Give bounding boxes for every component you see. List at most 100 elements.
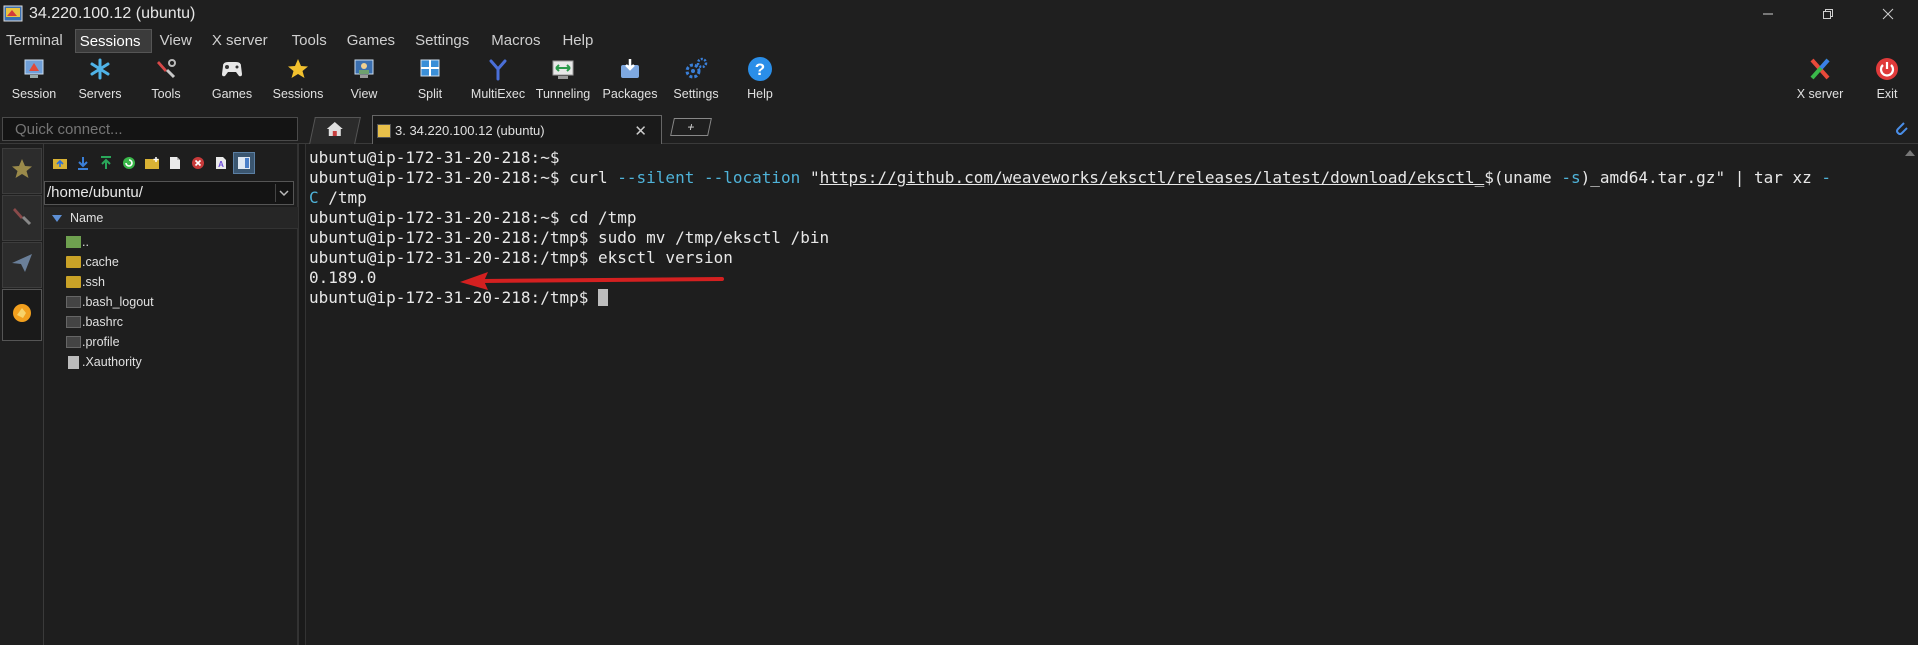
panel-splitter[interactable] bbox=[298, 144, 306, 645]
refresh-icon[interactable] bbox=[118, 152, 140, 174]
sftp-rail-tab[interactable] bbox=[2, 289, 42, 341]
view-icon bbox=[351, 56, 377, 82]
minimize-icon[interactable] bbox=[1738, 0, 1798, 28]
upload-icon[interactable] bbox=[95, 152, 117, 174]
close-icon[interactable] bbox=[1858, 0, 1918, 28]
menu-view[interactable]: View bbox=[154, 29, 198, 53]
packages-icon bbox=[617, 56, 643, 82]
session-button[interactable]: Session bbox=[10, 56, 58, 108]
sessions-rail-tab[interactable] bbox=[2, 148, 42, 194]
sftp-path-field[interactable]: /home/ubuntu/ bbox=[44, 181, 294, 205]
menu-terminal[interactable]: Terminal bbox=[0, 29, 69, 53]
file-row-bash-logout[interactable]: .bash_logout bbox=[44, 292, 298, 312]
settings-button[interactable]: Settings bbox=[670, 56, 722, 108]
file-icon bbox=[66, 336, 81, 348]
menu-x-server[interactable]: X server bbox=[206, 29, 274, 53]
terminal-output[interactable]: ubuntu@ip-172-31-20-218:~$ ubuntu@ip-172… bbox=[306, 144, 1902, 645]
scroll-up-arrow-icon[interactable] bbox=[1905, 150, 1915, 156]
new-folder-icon[interactable] bbox=[141, 152, 163, 174]
file-icon bbox=[66, 316, 81, 328]
menu-settings[interactable]: Settings bbox=[409, 29, 475, 53]
annotation-arrow bbox=[460, 272, 724, 290]
annotation-arrow-shaft bbox=[480, 277, 724, 283]
tools-icon bbox=[10, 204, 34, 233]
macros-rail-tab[interactable] bbox=[2, 242, 42, 288]
file-icon bbox=[66, 296, 81, 308]
annotation-arrow-head bbox=[460, 272, 488, 290]
download-icon[interactable] bbox=[72, 152, 94, 174]
sftp-browser: A /home/ubuntu/ Name .. .cache .ssh .bas… bbox=[44, 144, 298, 645]
games-button[interactable]: Games bbox=[208, 56, 256, 108]
tunneling-button[interactable]: Tunneling bbox=[534, 56, 592, 108]
tab-strip: 3. 34.220.100.12 (ubuntu) ✕ + bbox=[0, 112, 1918, 145]
title-bar: 34.220.100.12 (ubuntu) bbox=[0, 0, 1918, 28]
mobaxterm-logo-icon bbox=[3, 4, 23, 24]
follow-terminal-icon[interactable] bbox=[233, 152, 255, 174]
star-icon bbox=[285, 56, 311, 82]
power-icon bbox=[1874, 56, 1900, 82]
tools-button[interactable]: Tools bbox=[142, 56, 190, 108]
sftp-file-list: .. .cache .ssh .bash_logout .bashrc .pro… bbox=[44, 232, 298, 372]
menu-help[interactable]: Help bbox=[556, 29, 599, 53]
paperclip-icon[interactable] bbox=[1892, 119, 1910, 137]
file-row-parent[interactable]: .. bbox=[44, 232, 298, 252]
file-row-xauthority[interactable]: .Xauthority bbox=[44, 352, 298, 372]
file-row-bashrc[interactable]: .bashrc bbox=[44, 312, 298, 332]
parent-dir-button[interactable] bbox=[49, 152, 71, 174]
download-url-link: https://github.com/weaveworks/eksctl/rel… bbox=[819, 168, 1485, 187]
svg-text:?: ? bbox=[755, 60, 765, 79]
servers-button[interactable]: Servers bbox=[76, 56, 124, 108]
servers-icon bbox=[87, 56, 113, 82]
multiexec-icon bbox=[485, 56, 511, 82]
x-server-button[interactable]: X server bbox=[1790, 56, 1850, 108]
sftp-toolbar: A bbox=[46, 152, 296, 176]
add-tab-button[interactable]: + bbox=[670, 118, 712, 136]
terminal-line: ubuntu@ip-172-31-20-218:/tmp$ eksctl ver… bbox=[309, 248, 733, 267]
packages-button[interactable]: Packages bbox=[603, 56, 657, 108]
quick-connect-input[interactable] bbox=[2, 117, 298, 141]
terminal-line: ubuntu@ip-172-31-20-218:~$ bbox=[309, 148, 560, 167]
folder-icon bbox=[66, 276, 81, 288]
exit-button[interactable]: Exit bbox=[1868, 56, 1906, 108]
session-tab[interactable]: 3. 34.220.100.12 (ubuntu) ✕ bbox=[372, 115, 662, 145]
help-icon: ? bbox=[747, 56, 773, 82]
tab-close-icon[interactable]: ✕ bbox=[634, 122, 647, 140]
sftp-path-text: /home/ubuntu/ bbox=[47, 184, 143, 201]
folder-up-icon bbox=[66, 236, 81, 248]
new-file-icon[interactable] bbox=[164, 152, 186, 174]
left-sidebar-rail bbox=[0, 144, 44, 645]
terminal-scrollbar[interactable] bbox=[1902, 144, 1918, 645]
file-row-ssh[interactable]: .ssh bbox=[44, 272, 298, 292]
file-row-cache[interactable]: .cache bbox=[44, 252, 298, 272]
sftp-globe-icon bbox=[11, 302, 33, 329]
multiexec-button[interactable]: MultiExec bbox=[470, 56, 526, 108]
help-button[interactable]: ? Help bbox=[736, 56, 784, 108]
xserver-icon bbox=[1807, 56, 1833, 82]
delete-icon[interactable] bbox=[187, 152, 209, 174]
star-icon bbox=[10, 157, 34, 186]
gamepad-icon bbox=[219, 56, 245, 82]
menu-sessions[interactable]: Sessions bbox=[74, 29, 152, 53]
home-tab[interactable] bbox=[309, 117, 361, 144]
view-button[interactable]: View bbox=[340, 56, 388, 108]
terminal-line: ubuntu@ip-172-31-20-218:/tmp$ sudo mv /t… bbox=[309, 228, 830, 247]
menu-tools[interactable]: Tools bbox=[286, 29, 333, 53]
split-icon bbox=[417, 56, 443, 82]
file-row-profile[interactable]: .profile bbox=[44, 332, 298, 352]
split-button[interactable]: Split bbox=[406, 56, 454, 108]
chevron-down-icon[interactable] bbox=[275, 184, 291, 202]
rename-icon[interactable]: A bbox=[210, 152, 232, 174]
session-icon bbox=[21, 56, 47, 82]
sessions-button[interactable]: Sessions bbox=[273, 56, 323, 108]
menu-games[interactable]: Games bbox=[341, 29, 401, 53]
tools-rail-tab[interactable] bbox=[2, 195, 42, 241]
sort-descending-icon bbox=[52, 215, 62, 222]
svg-text:A: A bbox=[218, 160, 224, 169]
menu-macros[interactable]: Macros bbox=[485, 29, 546, 53]
restore-icon[interactable] bbox=[1798, 0, 1858, 28]
terminal-line: ubuntu@ip-172-31-20-218:/tmp$ bbox=[309, 288, 1902, 308]
terminal-line: C /tmp bbox=[309, 188, 367, 207]
tools-icon bbox=[153, 56, 179, 82]
name-column-header[interactable]: Name bbox=[44, 207, 298, 229]
gears-icon bbox=[683, 56, 709, 82]
